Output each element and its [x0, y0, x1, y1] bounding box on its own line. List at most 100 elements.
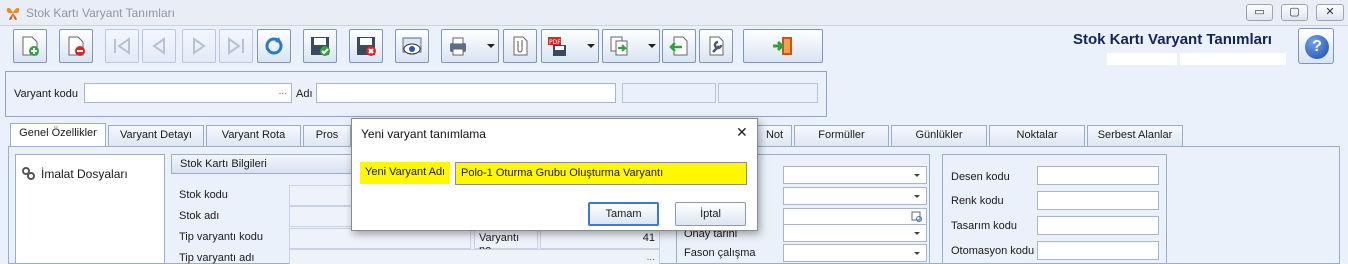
color-code-input[interactable]	[1037, 191, 1159, 210]
delete-record-icon	[68, 36, 85, 56]
tab-varyant-rota[interactable]: Varyant Rota	[206, 125, 301, 146]
window-title: Stok Kartı Varyant Tanımları	[26, 6, 175, 20]
tab-formuller[interactable]: Formüller	[794, 125, 889, 146]
header-info-cell	[1107, 53, 1177, 65]
automation-code-input[interactable]	[1037, 241, 1159, 260]
attachment-icon	[513, 36, 528, 56]
dialog-title: Yeni varyant tanımlama	[361, 127, 486, 141]
print-button[interactable]	[441, 29, 499, 63]
refresh-button[interactable]	[257, 29, 291, 63]
exit-button[interactable]	[743, 29, 823, 63]
print-icon	[450, 37, 466, 56]
variant-no-value: 41	[540, 228, 660, 249]
combo-field[interactable]	[783, 187, 927, 205]
tab-noktalar[interactable]: Noktalar	[989, 125, 1085, 146]
new-variant-name-input[interactable]: Polo-1 Oturma Grubu Oluşturma Varyantı	[455, 162, 747, 185]
transfer-button[interactable]	[602, 29, 660, 63]
chevron-down-icon	[914, 195, 920, 198]
design-code-input[interactable]	[1037, 216, 1159, 235]
variant-code-label: Varyant kodu	[14, 88, 79, 100]
new-record-button[interactable]	[13, 29, 47, 63]
import-icon	[669, 36, 688, 56]
exit-door-icon	[773, 37, 792, 55]
pattern-code-label: Desen kodu	[951, 171, 1010, 183]
previous-record-icon	[152, 37, 165, 55]
name-label: Adı	[296, 88, 313, 100]
previous-record-button[interactable]	[142, 29, 176, 63]
close-button[interactable]: ✕	[1316, 4, 1344, 21]
pdf-export-dropdown-arrow[interactable]	[587, 44, 595, 48]
new-record-icon	[22, 36, 39, 56]
variant-code-input[interactable]: ...	[84, 83, 292, 103]
settings-wrench-icon	[709, 36, 724, 56]
stock-code-label: Stok kodu	[179, 189, 228, 201]
chevron-down-icon	[914, 232, 920, 235]
settings-wrench-button[interactable]	[699, 29, 733, 63]
minimize-button[interactable]: ▭	[1246, 4, 1273, 21]
ok-button[interactable]: Tamam	[588, 202, 659, 226]
first-record-icon	[114, 37, 130, 55]
search-lookup-icon	[911, 211, 922, 222]
cancel-save-button[interactable]	[349, 29, 383, 63]
pdf-export-button[interactable]: PDF	[541, 29, 599, 63]
variant-code-lookup-button[interactable]: ...	[279, 86, 287, 97]
new-variant-dialog: Yeni varyant tanımlama ✕ Yeni Varyant Ad…	[351, 118, 758, 231]
preview-button[interactable]	[395, 29, 429, 63]
refresh-icon	[265, 37, 283, 55]
tab-serbest-alanlar[interactable]: Serbest Alanlar	[1087, 125, 1183, 146]
window-titlebar: Stok Kartı Varyant Tanımları ▭ ▢ ✕	[0, 0, 1348, 26]
maximize-button[interactable]: ▢	[1281, 4, 1308, 21]
type-variant-name-label: Tip varyantı adı	[179, 252, 255, 264]
type-variant-code-field	[289, 228, 471, 249]
svg-text:PDF: PDF	[549, 39, 561, 46]
next-record-button[interactable]	[182, 29, 216, 63]
page-title: Stok Kartı Varyant Tanımları	[1073, 31, 1272, 48]
tree-item-imalat-dosyalari[interactable]: İmalat Dosyaları	[41, 167, 128, 181]
subcontract-combo[interactable]	[783, 244, 927, 262]
save-button[interactable]	[303, 29, 337, 63]
type-variant-lookup-button[interactable]: ...	[647, 252, 655, 263]
butterfly-icon	[6, 7, 20, 20]
new-variant-name-value: Polo-1 Oturma Grubu Oluşturma Varyantı	[461, 167, 664, 179]
new-variant-name-label: Yeni Varyant Adı	[360, 162, 451, 184]
attachment-button[interactable]	[503, 29, 537, 63]
tab-varyant-detayi[interactable]: Varyant Detayı	[108, 125, 204, 146]
chevron-down-icon	[914, 174, 920, 177]
pattern-code-input[interactable]	[1037, 166, 1159, 185]
transfer-icon	[610, 36, 628, 56]
transfer-dropdown-arrow[interactable]	[648, 44, 656, 48]
chevron-down-icon	[914, 252, 920, 255]
delete-record-button[interactable]	[59, 29, 93, 63]
save-icon	[311, 37, 330, 56]
type-variant-name-field[interactable]: ...	[289, 249, 660, 264]
header-info-cell	[1180, 53, 1286, 65]
help-button[interactable]: ?	[1298, 28, 1334, 64]
stock-name-label: Stok adı	[179, 210, 220, 222]
tab-genel-ozellikler[interactable]: Genel Özellikler	[10, 123, 106, 146]
first-record-button[interactable]	[105, 29, 139, 63]
next-record-icon	[193, 37, 206, 55]
file-tree: İmalat Dosyaları	[15, 154, 165, 264]
tab-not[interactable]: Not	[757, 125, 792, 146]
pdf-export-icon: PDF	[548, 37, 566, 56]
readonly-field	[718, 83, 818, 103]
tab-pros[interactable]: Pros	[303, 125, 351, 146]
name-input[interactable]	[316, 83, 616, 103]
cancel-save-icon	[357, 37, 376, 56]
preview-icon	[402, 37, 422, 55]
design-code-label: Tasarım kodu	[951, 220, 1018, 232]
dialog-close-icon[interactable]: ✕	[736, 124, 748, 141]
combo-field[interactable]	[783, 166, 927, 184]
automation-code-label: Otomasyon kodu	[951, 245, 1035, 257]
last-record-button[interactable]	[219, 29, 253, 63]
cancel-button[interactable]: İptal	[675, 202, 746, 226]
print-dropdown-arrow[interactable]	[487, 44, 495, 48]
last-record-icon	[228, 37, 244, 55]
import-button[interactable]	[662, 29, 696, 63]
help-icon: ?	[1305, 35, 1329, 59]
tab-gunlukler[interactable]: Günlükler	[891, 125, 987, 146]
subcontract-label: Fason çalışma	[684, 247, 756, 259]
search-panel: Varyant kodu ... Adı	[5, 71, 827, 117]
approval-date-combo[interactable]	[783, 224, 927, 242]
folder-gear-icon	[22, 167, 35, 180]
